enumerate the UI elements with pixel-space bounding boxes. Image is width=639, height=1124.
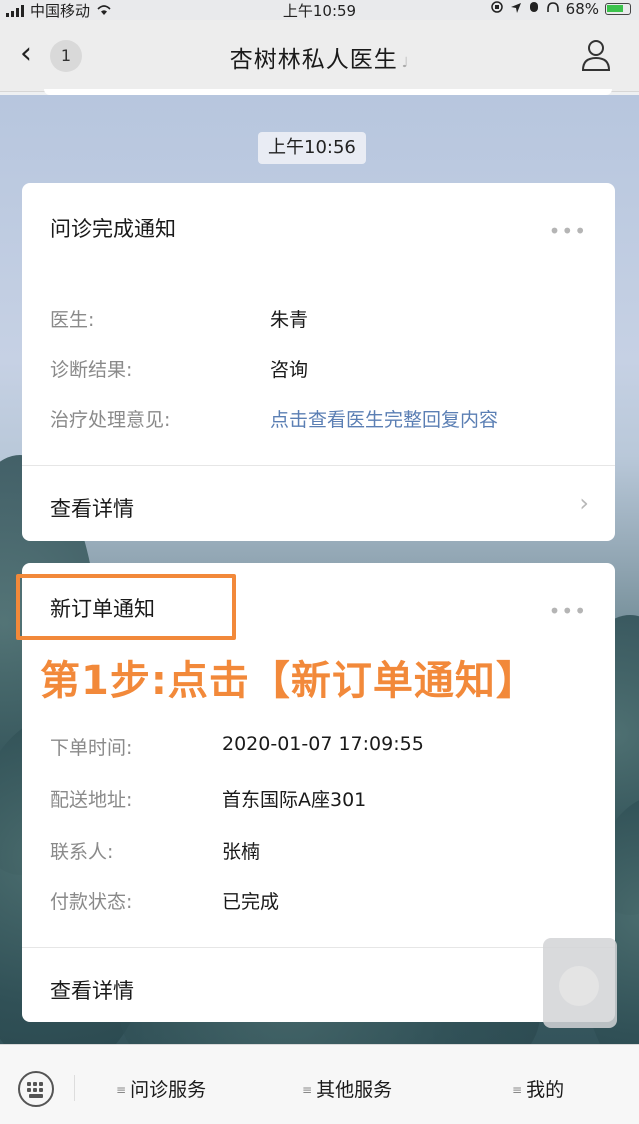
field-value: 张楠 (222, 841, 261, 863)
divider (22, 465, 615, 466)
consultation-complete-card[interactable]: 问诊完成通知 ••• 医生: 朱青 诊断结果: 咨询 治疗处理意见: 点击查看医… (22, 183, 615, 541)
view-details-button[interactable]: 查看详情 (50, 493, 134, 523)
location-icon (510, 0, 522, 18)
field-value: 首东国际A座301 (222, 789, 367, 811)
more-dots-icon[interactable]: ••• (549, 599, 587, 623)
highlight-box (16, 574, 236, 640)
keyboard-icon[interactable] (18, 1071, 54, 1107)
chevron-right-icon: › (579, 489, 589, 517)
menu-list-icon: ≡ (512, 1083, 523, 1097)
field-label: 治疗处理意见: (50, 409, 171, 431)
field-label: 诊断结果: (50, 359, 133, 381)
field-value: 咨询 (270, 359, 309, 381)
user-profile-icon[interactable] (581, 38, 611, 72)
more-dots-icon[interactable]: ••• (549, 219, 587, 243)
battery-percent: 68% (565, 0, 599, 18)
headphones-icon (546, 0, 560, 18)
divider (22, 947, 615, 948)
divider (74, 1075, 75, 1101)
field-value: 2020-01-07 17:09:55 (222, 733, 424, 755)
chat-header: ‹ 1 杏树林私人医生 ♩ (0, 20, 639, 92)
field-value: 已完成 (222, 891, 280, 913)
ear-mode-icon: ♩ (401, 55, 410, 71)
field-label: 医生: (50, 309, 95, 331)
view-details-button[interactable]: 查看详情 (50, 975, 134, 1005)
menu-mine[interactable]: ≡ 我的 (512, 1075, 564, 1102)
chat-timestamp: 上午10:56 (258, 132, 366, 164)
tutorial-step-caption: 第1步:点击【新订单通知】 (40, 658, 537, 704)
menu-list-icon: ≡ (116, 1083, 127, 1097)
alarm-icon (528, 0, 540, 18)
service-menu-bar: ≡ 问诊服务 ≡ 其他服务 ≡ 我的 (0, 1044, 639, 1124)
status-bar: 中国移动 上午10:59 68% (0, 0, 639, 20)
floating-assistive-button[interactable] (543, 938, 617, 1028)
lock-rotation-icon (490, 0, 504, 18)
previous-message-card (44, 89, 612, 95)
menu-consultation-service[interactable]: ≡ 问诊服务 (116, 1075, 206, 1102)
card-title: 问诊完成通知 (50, 217, 176, 241)
field-value: 朱青 (270, 309, 309, 331)
assistive-touch-icon (559, 966, 599, 1006)
battery-icon (605, 3, 631, 15)
field-label: 联系人: (50, 841, 114, 863)
view-full-reply-link[interactable]: 点击查看医生完整回复内容 (270, 405, 498, 432)
menu-list-icon: ≡ (302, 1083, 313, 1097)
menu-other-services[interactable]: ≡ 其他服务 (302, 1075, 392, 1102)
field-label: 付款状态: (50, 891, 133, 913)
chat-title: 杏树林私人医生 ♩ (0, 40, 639, 74)
chat-title-text: 杏树林私人医生 (229, 47, 398, 73)
field-label: 下单时间: (50, 737, 133, 759)
field-label: 配送地址: (50, 789, 133, 811)
